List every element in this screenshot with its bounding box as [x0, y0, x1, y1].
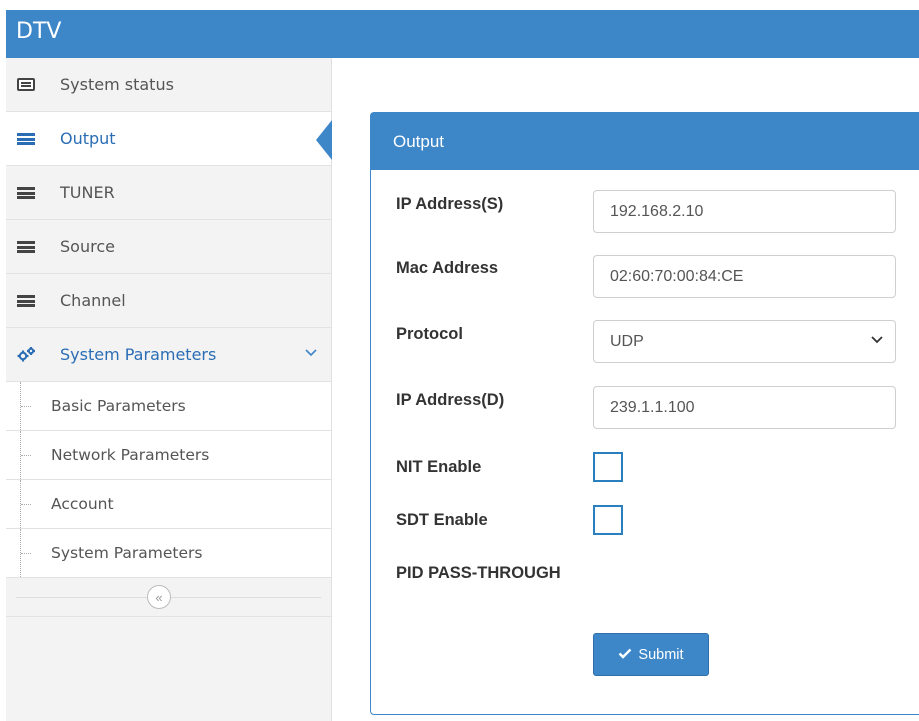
- sidebar: System status Output TUNER Source Channe…: [6, 58, 332, 721]
- mac-address-value: 02:60:70:00:84:CE: [610, 267, 744, 285]
- sdt-enable-label: SDT Enable: [396, 511, 488, 529]
- menu-icon: [14, 240, 38, 253]
- sidebar-item-label: System Parameters: [60, 345, 217, 364]
- gears-icon: [14, 346, 38, 364]
- menu-icon: [14, 294, 38, 307]
- ip-address-dst-label: IP Address(D): [396, 391, 505, 409]
- sidebar-item-source[interactable]: Source: [6, 220, 331, 274]
- ip-address-dst-input[interactable]: 239.1.1.100: [593, 386, 896, 429]
- sidebar-item-label: System status: [60, 75, 174, 94]
- sidebar-item-label: Channel: [60, 291, 126, 310]
- chevron-down-icon: [871, 332, 883, 347]
- protocol-value: UDP: [610, 332, 644, 350]
- collapse-sidebar-button[interactable]: «: [147, 585, 171, 609]
- panel-title: Output: [393, 131, 445, 151]
- submenu-item-basic-parameters[interactable]: Basic Parameters: [6, 382, 331, 431]
- nit-enable-label: NIT Enable: [396, 458, 482, 476]
- sidebar-item-label: Source: [60, 237, 115, 256]
- sdt-enable-checkbox[interactable]: [593, 505, 623, 535]
- submenu-item-network-parameters[interactable]: Network Parameters: [6, 431, 331, 480]
- top-bar: DTV: [0, 0, 919, 58]
- protocol-label: Protocol: [396, 325, 463, 343]
- submenu: Basic Parameters Network Parameters Acco…: [6, 382, 331, 578]
- header-bar: DTV: [6, 10, 919, 58]
- ip-address-dst-value: 239.1.1.100: [610, 398, 695, 416]
- submenu-item-label: Network Parameters: [51, 446, 210, 464]
- submit-label: Submit: [638, 646, 684, 663]
- chevron-down-icon[interactable]: [305, 345, 317, 361]
- sidebar-item-label: TUNER: [60, 183, 115, 202]
- nit-enable-checkbox[interactable]: [593, 452, 623, 482]
- sidebar-item-label: Output: [60, 129, 116, 148]
- active-indicator: [316, 120, 332, 160]
- submit-button[interactable]: Submit: [593, 633, 709, 676]
- status-list-icon: [14, 78, 38, 91]
- submenu-item-label: System Parameters: [51, 544, 203, 562]
- ip-address-src-value: 192.168.2.10: [610, 202, 704, 220]
- sidebar-item-system-status[interactable]: System status: [6, 58, 331, 112]
- sidebar-collapse-row: «: [6, 578, 331, 617]
- submenu-item-label: Basic Parameters: [51, 397, 186, 415]
- pid-pass-through-label: PID PASS-THROUGH: [396, 564, 561, 582]
- protocol-select[interactable]: UDP: [593, 320, 896, 363]
- app-title: DTV: [16, 19, 62, 44]
- mac-address-label: Mac Address: [396, 259, 499, 277]
- ip-address-src-input[interactable]: 192.168.2.10: [593, 190, 896, 233]
- mac-address-input[interactable]: 02:60:70:00:84:CE: [593, 255, 896, 298]
- sidebar-item-system-parameters[interactable]: System Parameters: [6, 328, 331, 382]
- submenu-item-label: Account: [51, 495, 114, 513]
- ip-address-src-label: IP Address(S): [396, 195, 504, 213]
- double-chevron-left-icon: «: [155, 589, 163, 605]
- submenu-item-account[interactable]: Account: [6, 480, 331, 529]
- output-panel: Output IP Address(S) 192.168.2.10 Mac Ad…: [370, 112, 919, 715]
- sidebar-item-output[interactable]: Output: [6, 112, 332, 166]
- panel-header: Output: [371, 113, 919, 170]
- submenu-item-system-parameters[interactable]: System Parameters: [6, 529, 331, 578]
- sidebar-item-channel[interactable]: Channel: [6, 274, 331, 328]
- sidebar-item-tuner[interactable]: TUNER: [6, 166, 331, 220]
- checkmark-icon: [618, 646, 632, 663]
- menu-icon: [14, 132, 38, 145]
- menu-icon: [14, 186, 38, 199]
